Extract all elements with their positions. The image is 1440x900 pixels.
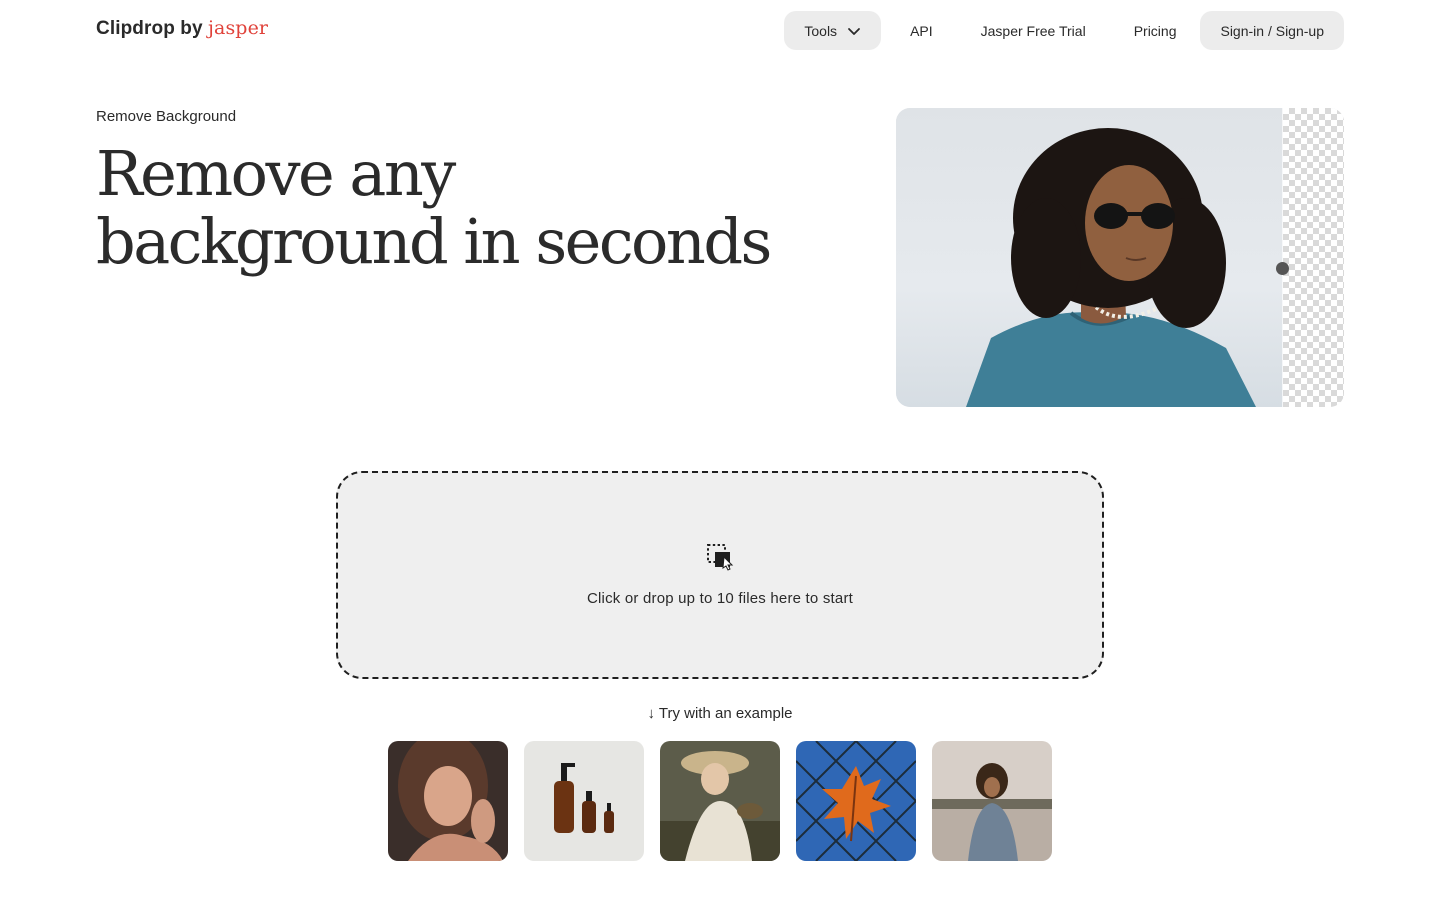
- page-title: Remove any background in seconds: [96, 140, 796, 276]
- nav-free-trial-link[interactable]: Jasper Free Trial: [957, 11, 1110, 50]
- logo-jasper: jasper: [208, 17, 269, 39]
- autumn-leaf-illustration: [796, 741, 916, 861]
- compare-slider-line: [1282, 108, 1283, 407]
- compare-slider-handle[interactable]: [1276, 262, 1289, 275]
- logo-brand: Clipdrop by: [96, 18, 209, 39]
- tools-label: Tools: [804, 22, 838, 39]
- nav-api-link[interactable]: API: [886, 11, 957, 50]
- example-product-bottles[interactable]: [524, 741, 644, 861]
- title-line-1: Remove any: [96, 137, 456, 210]
- top-header: Clipdrop by jasper Tools API Jasper Free…: [0, 0, 1440, 60]
- title-line-2: background in seconds: [96, 205, 772, 278]
- signin-button[interactable]: Sign-in / Sign-up: [1200, 11, 1344, 50]
- main-nav: Tools API Jasper Free Trial Pricing Sign…: [784, 11, 1344, 50]
- nav-pricing-link[interactable]: Pricing: [1110, 11, 1201, 50]
- example-painting-woman-hat[interactable]: [660, 741, 780, 861]
- file-dropzone[interactable]: Click or drop up to 10 files here to sta…: [336, 471, 1104, 679]
- man-portrait-illustration: [966, 128, 1256, 407]
- drop-files-icon: [707, 544, 734, 571]
- woman-lake-illustration: [932, 741, 1052, 861]
- example-thumbnails: [388, 741, 1052, 861]
- example-woman-lake[interactable]: [932, 741, 1052, 861]
- chevron-down-icon: [848, 27, 860, 35]
- try-example-label: ↓ Try with an example: [647, 705, 793, 722]
- breadcrumb: Remove Background: [96, 108, 237, 125]
- example-woman-portrait[interactable]: [388, 741, 508, 861]
- woman-portrait-illustration: [388, 741, 508, 861]
- example-autumn-leaf-fence[interactable]: [796, 741, 916, 861]
- painting-illustration: [660, 741, 780, 861]
- tools-menu-button[interactable]: Tools: [784, 11, 882, 50]
- before-after-preview[interactable]: [896, 108, 1344, 407]
- transparent-checkerboard: [1283, 108, 1344, 407]
- logo[interactable]: Clipdrop by jasper: [96, 17, 268, 40]
- product-bottles-illustration: [524, 741, 644, 861]
- dropzone-text: Click or drop up to 10 files here to sta…: [586, 590, 854, 607]
- hero-photo: [896, 108, 1283, 407]
